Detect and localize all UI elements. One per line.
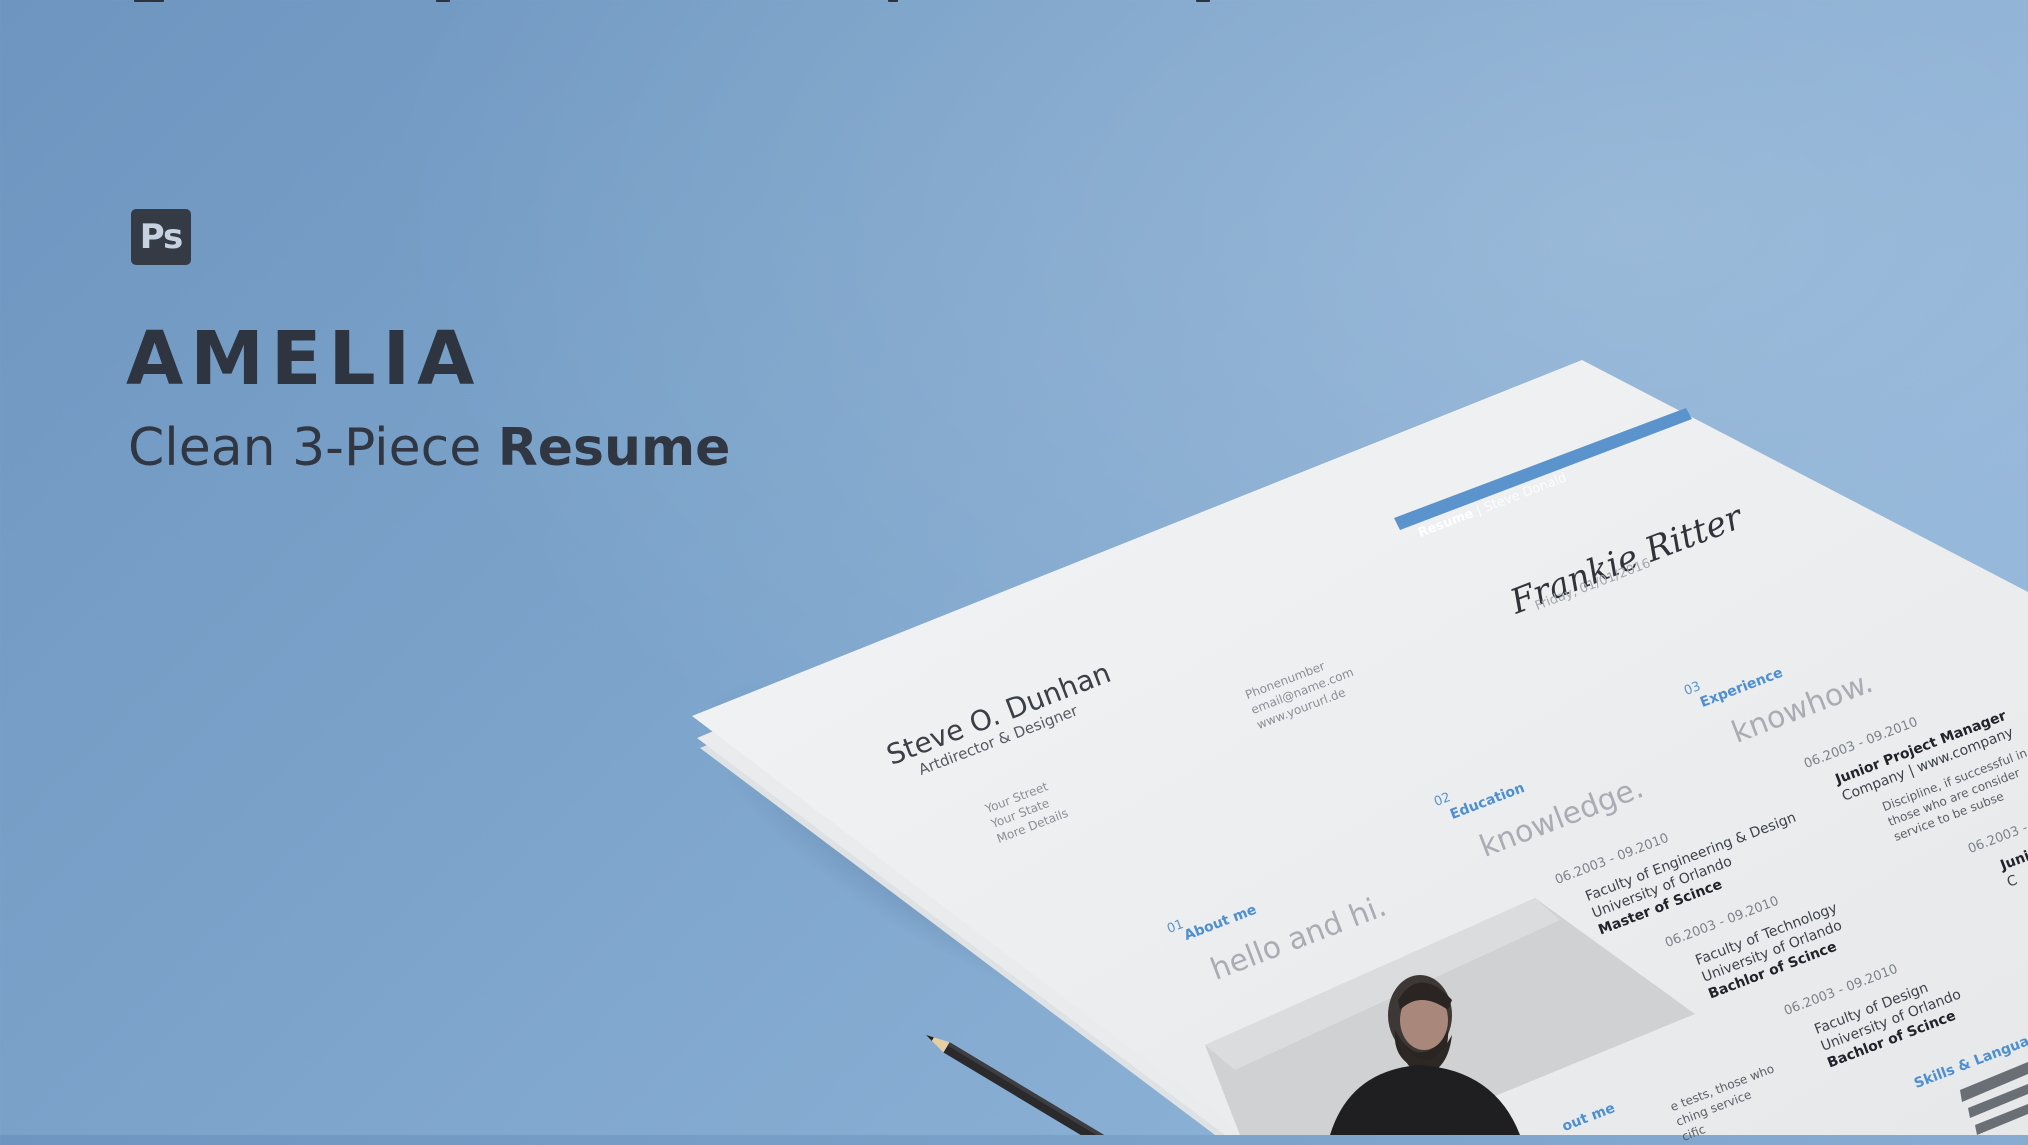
resume-paper-stack bbox=[692, 360, 2028, 1135]
